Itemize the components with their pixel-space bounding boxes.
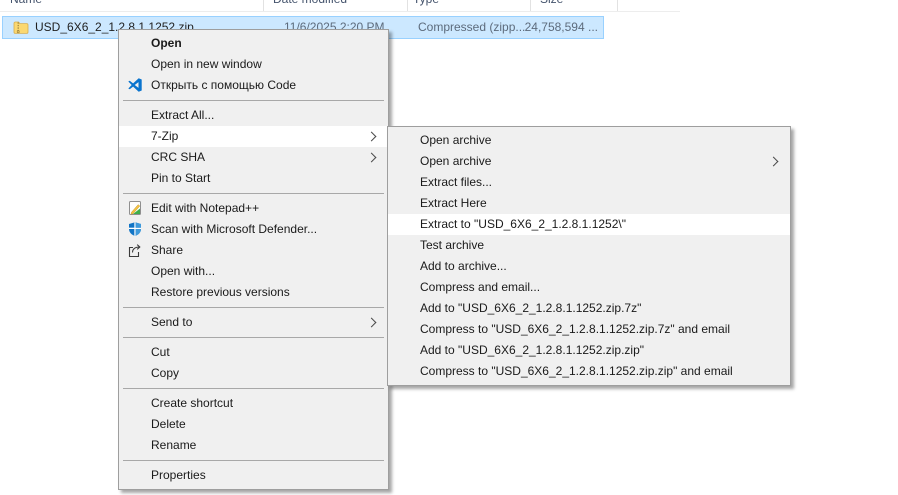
file-explorer-window: Name Date modified Type Size USD_6X6_2_1… <box>0 0 898 495</box>
submenu-item-compress-to-7z-and-email[interactable]: Compress to "USD_6X6_2_1.2.8.1.1252.zip.… <box>388 319 790 340</box>
submenu-item-add-to-zip[interactable]: Add to "USD_6X6_2_1.2.8.1.1252.zip.zip" <box>388 340 790 361</box>
zip-file-icon <box>13 19 29 35</box>
column-header-date-modified[interactable]: Date modified <box>273 0 347 6</box>
notepadpp-icon <box>127 200 143 216</box>
menu-separator <box>123 337 384 338</box>
column-divider[interactable] <box>617 0 618 11</box>
submenu-item-extract-files[interactable]: Extract files... <box>388 172 790 193</box>
menu-item-crc-sha[interactable]: CRC SHA <box>119 147 388 168</box>
menu-item-scan-with-defender[interactable]: Scan with Microsoft Defender... <box>119 219 388 240</box>
menu-item-edit-with-notepadpp[interactable]: Edit with Notepad++ <box>119 198 388 219</box>
menu-item-create-shortcut[interactable]: Create shortcut <box>119 393 388 414</box>
column-divider[interactable] <box>263 0 264 11</box>
submenu-arrow-icon <box>367 318 377 328</box>
submenu-item-add-to-archive[interactable]: Add to archive... <box>388 256 790 277</box>
menu-item-properties[interactable]: Properties <box>119 465 388 486</box>
column-header-size[interactable]: Size <box>540 0 563 6</box>
submenu-arrow-icon <box>367 153 377 163</box>
menu-item-open[interactable]: Open <box>119 33 388 54</box>
menu-separator <box>123 193 384 194</box>
share-icon <box>127 242 143 258</box>
submenu-item-open-archive[interactable]: Open archive <box>388 130 790 151</box>
submenu-item-compress-and-email[interactable]: Compress and email... <box>388 277 790 298</box>
menu-item-pin-to-start[interactable]: Pin to Start <box>119 168 388 189</box>
menu-item-open-with-code[interactable]: Открыть с помощью Code <box>119 75 388 96</box>
menu-item-delete[interactable]: Delete <box>119 414 388 435</box>
seven-zip-submenu: Open archive Open archive Extract files.… <box>387 126 791 386</box>
menu-item-share[interactable]: Share <box>119 240 388 261</box>
submenu-arrow-icon <box>769 157 779 167</box>
column-divider[interactable] <box>530 0 531 11</box>
defender-icon <box>127 221 143 237</box>
submenu-item-extract-to-folder[interactable]: Extract to "USD_6X6_2_1.2.8.1.1252\" <box>388 214 790 235</box>
submenu-item-open-archive-2[interactable]: Open archive <box>388 151 790 172</box>
menu-separator <box>123 100 384 101</box>
submenu-item-extract-here[interactable]: Extract Here <box>388 193 790 214</box>
menu-item-rename[interactable]: Rename <box>119 435 388 456</box>
file-size: 24,758,594 ... <box>453 17 598 38</box>
menu-separator <box>123 388 384 389</box>
menu-item-7zip[interactable]: 7-Zip <box>119 126 388 147</box>
submenu-arrow-icon <box>367 132 377 142</box>
menu-item-extract-all[interactable]: Extract All... <box>119 105 388 126</box>
submenu-item-test-archive[interactable]: Test archive <box>388 235 790 256</box>
column-header-row: Name Date modified Type Size <box>0 0 680 12</box>
menu-item-cut[interactable]: Cut <box>119 342 388 363</box>
menu-item-open-with[interactable]: Open with... <box>119 261 388 282</box>
menu-item-open-in-new-window[interactable]: Open in new window <box>119 54 388 75</box>
menu-item-restore-previous-versions[interactable]: Restore previous versions <box>119 282 388 303</box>
menu-separator <box>123 460 384 461</box>
column-header-name[interactable]: Name <box>10 0 42 6</box>
submenu-item-add-to-7z[interactable]: Add to "USD_6X6_2_1.2.8.1.1252.zip.7z" <box>388 298 790 319</box>
context-menu: Open Open in new window Открыть с помощь… <box>118 29 389 490</box>
menu-item-copy[interactable]: Copy <box>119 363 388 384</box>
column-header-type[interactable]: Type <box>413 0 439 6</box>
vscode-icon <box>127 77 143 93</box>
submenu-item-compress-to-zip-and-email[interactable]: Compress to "USD_6X6_2_1.2.8.1.1252.zip.… <box>388 361 790 382</box>
menu-separator <box>123 307 384 308</box>
menu-item-send-to[interactable]: Send to <box>119 312 388 333</box>
column-divider[interactable] <box>407 0 408 11</box>
